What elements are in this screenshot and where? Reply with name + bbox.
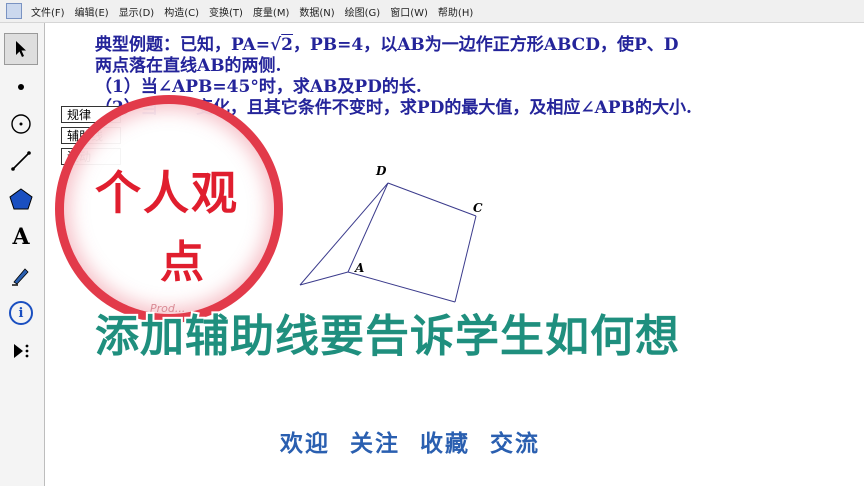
segment-dp[interactable] bbox=[299, 182, 389, 286]
caption-subtitle: 添加辅助线要告诉学生如何想 bbox=[93, 309, 681, 364]
segment-dc[interactable] bbox=[387, 182, 477, 217]
segment-ab[interactable] bbox=[347, 271, 456, 303]
segment-ap[interactable] bbox=[299, 271, 349, 286]
watermark-title-line-1: 个人观 bbox=[94, 165, 239, 222]
segment-da[interactable] bbox=[347, 182, 389, 273]
watermark-title-line-2: 点 bbox=[159, 236, 206, 290]
label-c: C bbox=[473, 201, 483, 215]
label-a: A bbox=[354, 261, 364, 275]
label-d: D bbox=[375, 164, 387, 178]
segment-cb[interactable] bbox=[454, 215, 477, 303]
footer-call-to-action: 欢迎 关注 收藏 交流 bbox=[279, 430, 541, 458]
